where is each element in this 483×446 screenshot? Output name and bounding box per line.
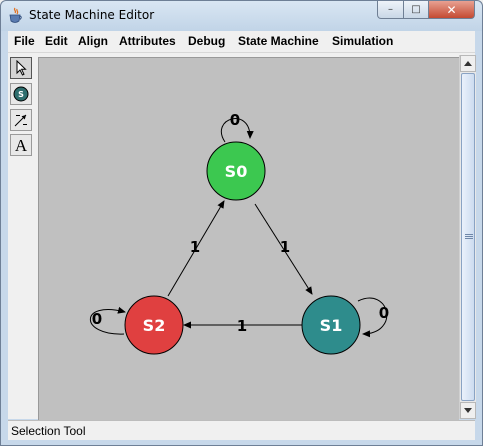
chevron-up-icon — [464, 61, 472, 66]
transition-tool-button[interactable] — [10, 109, 32, 131]
java-cup-icon — [9, 7, 22, 23]
state-label: S1 — [320, 316, 343, 335]
state-tool-label: S — [18, 90, 24, 99]
transition-s0-s1[interactable]: 1 — [254, 203, 313, 295]
menu-attributes[interactable]: Attributes — [119, 34, 176, 48]
menu-edit[interactable]: Edit — [45, 34, 68, 48]
state-s0[interactable]: S0 — [206, 141, 266, 201]
menu-state-machine[interactable]: State Machine — [238, 34, 319, 48]
app-window: State Machine Editor – □ ✕ File Edit Ali… — [0, 0, 483, 446]
title-bar[interactable]: State Machine Editor – □ ✕ — [1, 1, 482, 31]
transition-label: 1 — [190, 238, 200, 256]
state-circle-icon: S — [13, 86, 29, 102]
transition-s0-s0[interactable]: 0 — [220, 111, 254, 143]
menu-debug[interactable]: Debug — [188, 34, 225, 48]
text-icon: A — [14, 135, 28, 155]
menu-simulation[interactable]: Simulation — [332, 34, 393, 48]
transition-label: 1 — [280, 238, 290, 256]
maximize-button[interactable]: □ — [403, 1, 429, 19]
state-tool-button[interactable]: S — [10, 83, 32, 105]
scrollbar-thumb[interactable] — [461, 73, 475, 401]
menu-bar: File Edit Align Attributes Debug State M… — [8, 31, 475, 53]
selection-tool-button[interactable] — [10, 57, 32, 79]
state-s1[interactable]: S1 — [301, 295, 361, 355]
menu-file[interactable]: File — [14, 34, 35, 48]
transition-s2-s0[interactable]: 1 — [167, 200, 225, 297]
transition-label: 0 — [92, 310, 102, 328]
state-label: S2 — [143, 316, 166, 335]
minimize-button[interactable]: – — [377, 1, 404, 19]
state-s2[interactable]: S2 — [124, 295, 184, 355]
arrow-pointer-icon — [16, 60, 27, 76]
diagram-canvas[interactable]: 0 1 0 1 0 1 S0 S1 S2 — [38, 57, 459, 420]
vertical-scrollbar[interactable] — [459, 55, 476, 419]
transition-label: 0 — [230, 111, 240, 129]
transition-label: 0 — [379, 304, 389, 322]
tool-palette: S A — [8, 53, 38, 419]
transition-s1-s1[interactable]: 0 — [357, 297, 389, 338]
menu-align[interactable]: Align — [78, 34, 108, 48]
status-bar: Selection Tool — [8, 420, 475, 440]
scroll-up-button[interactable] — [460, 55, 476, 72]
close-icon: ✕ — [446, 2, 457, 17]
transition-s2-s2[interactable]: 0 — [89, 306, 126, 335]
chevron-down-icon — [464, 408, 472, 413]
status-text: Selection Tool — [11, 424, 86, 438]
transition-arrow-icon — [14, 114, 27, 127]
state-label: S0 — [225, 162, 248, 181]
minimize-icon: – — [388, 4, 393, 15]
transition-label: 1 — [237, 317, 247, 335]
state-diagram[interactable]: 0 1 0 1 0 1 S0 S1 S2 — [39, 58, 459, 420]
transition-s1-s2[interactable]: 1 — [183, 317, 302, 335]
editor-area: S A 0 1 0 1 0 1 S0 S1 S2 — [8, 53, 476, 420]
maximize-icon: □ — [411, 4, 421, 15]
window-title: State Machine Editor — [29, 8, 155, 22]
text-tool-button[interactable]: A — [10, 134, 32, 156]
scroll-down-button[interactable] — [460, 402, 476, 419]
close-button[interactable]: ✕ — [428, 1, 475, 19]
